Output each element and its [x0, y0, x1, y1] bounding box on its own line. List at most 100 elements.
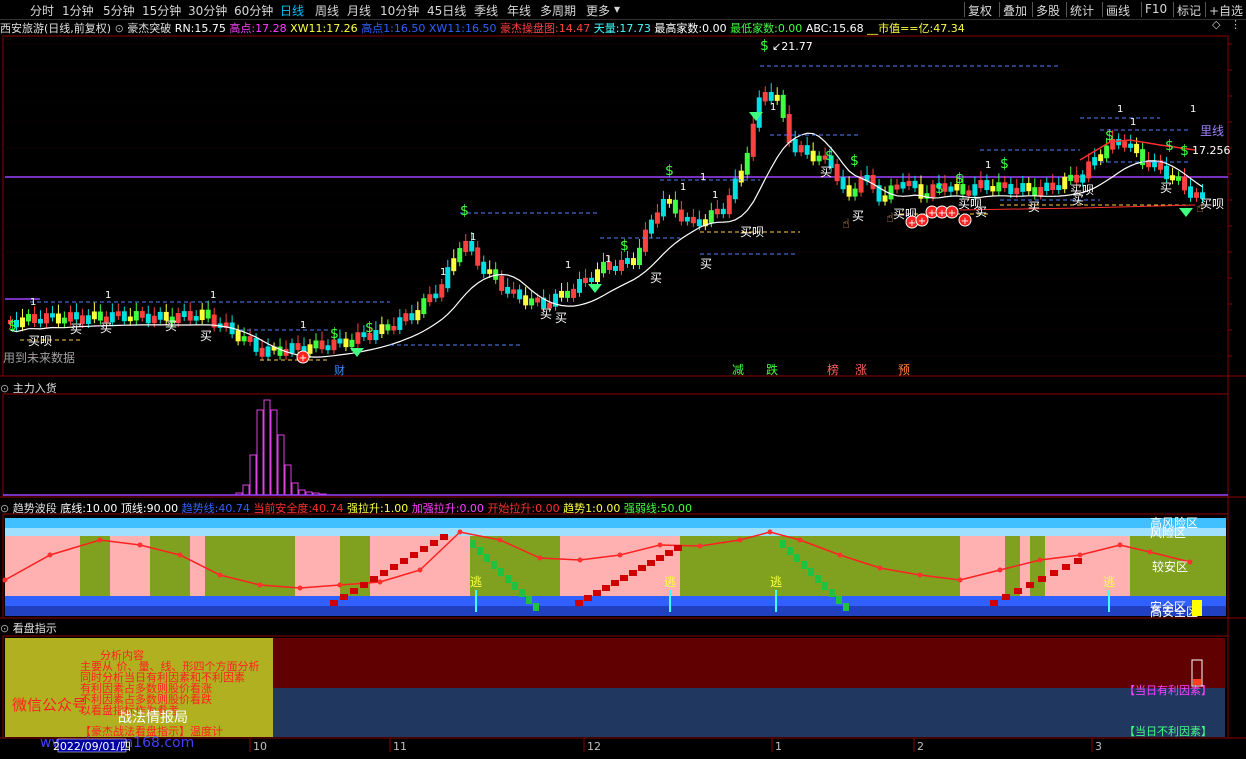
candle-body	[325, 345, 331, 351]
fall-block	[843, 603, 849, 611]
candle-body	[714, 208, 720, 215]
plus-glyph: +	[961, 216, 969, 227]
negative-zone	[273, 688, 1225, 737]
settings-icon[interactable]: ⊙	[0, 502, 13, 515]
rise-block	[420, 546, 428, 552]
trend-dot	[837, 552, 843, 558]
candle-body	[145, 313, 151, 324]
one-marker: 1	[470, 232, 476, 243]
main-force-bar	[242, 484, 250, 496]
one-marker: 1	[30, 297, 36, 308]
settings-icon[interactable]: ⊙	[0, 622, 13, 635]
dollar-marker: $	[1000, 156, 1009, 172]
main-force-bar	[256, 409, 264, 496]
high-safe-band	[5, 606, 1226, 616]
candle-body	[1032, 187, 1038, 196]
candle-body	[85, 315, 91, 324]
rise-block	[330, 600, 338, 606]
trend-dot	[217, 572, 223, 578]
indicator-name[interactable]: 豪杰突破	[127, 22, 175, 35]
buy-label: 买	[540, 307, 552, 321]
trend-dot	[137, 542, 143, 548]
hand-icon: ☝	[842, 217, 850, 232]
buy-label: 买	[200, 329, 212, 343]
trend-value-5: 加强拉升:0.00	[411, 502, 488, 515]
settings-icon[interactable]: ⊙	[0, 382, 13, 395]
candle-body	[1020, 183, 1026, 192]
candle-body	[708, 210, 714, 224]
escape-label: 逃	[1103, 575, 1115, 589]
candle-body	[571, 288, 577, 298]
candle-body	[253, 337, 259, 352]
rise-block	[620, 575, 628, 581]
buy-bei-label: 买呗	[958, 197, 982, 211]
buy-label: 买	[1028, 200, 1040, 214]
one-marker: 1	[770, 102, 776, 113]
candle-body	[660, 198, 666, 217]
one-marker: 1	[210, 290, 216, 301]
settings-icon[interactable]: ⊙	[115, 22, 128, 35]
panel-title: 看盘指示	[12, 622, 57, 635]
fall-block	[836, 596, 842, 604]
candle-body	[409, 313, 415, 321]
candle-body	[379, 324, 385, 335]
candle-body	[193, 316, 199, 321]
trend-dot	[957, 577, 963, 583]
trend-dot	[737, 537, 743, 543]
date-box-label: 2022/09/01/四	[53, 740, 131, 753]
trend-dot	[917, 572, 923, 578]
candle-body	[984, 180, 990, 191]
candle-body	[565, 290, 571, 298]
zone-label-1: 风险区	[1150, 525, 1186, 540]
candle-body	[499, 275, 505, 291]
candle-body	[834, 163, 840, 182]
candle-body	[1044, 182, 1050, 191]
candle-body	[181, 311, 187, 317]
candle-body	[529, 298, 535, 306]
candle-body	[91, 311, 97, 320]
candle-body	[786, 113, 792, 143]
main-force-bar	[249, 454, 257, 496]
plus-glyph: +	[938, 208, 946, 219]
zone-label-3: 高安全区	[1150, 604, 1198, 619]
trend-dot	[337, 582, 343, 588]
wechat-label: 微信公众号	[12, 696, 87, 714]
header-value-0: RN:15.75	[174, 22, 230, 35]
one-marker: 1	[985, 160, 991, 171]
trend-dot	[47, 552, 53, 558]
rise-block	[380, 570, 388, 576]
right-price-label: 17.256	[1192, 144, 1231, 157]
candle-body	[1086, 161, 1092, 179]
candle-body	[343, 338, 349, 348]
dollar-marker: $	[935, 181, 944, 197]
panel-title: 主力入货	[12, 382, 57, 395]
candle-body	[906, 180, 912, 187]
candle-body	[307, 344, 313, 354]
candle-body	[780, 94, 786, 118]
buy-label: 买	[650, 271, 662, 285]
one-marker: 1	[440, 267, 446, 278]
candle-body	[67, 312, 73, 322]
more-icon: ⋮	[1230, 18, 1241, 31]
signal-label-4: 预	[898, 363, 910, 377]
candle-body	[990, 186, 996, 192]
rise-block	[647, 560, 655, 566]
candle-body	[846, 185, 852, 197]
dollar-marker: $	[1180, 143, 1189, 159]
main-force-bar	[284, 464, 292, 496]
trend-dot	[497, 537, 503, 543]
trend-dot	[1187, 559, 1193, 565]
trend-dot	[537, 555, 543, 561]
candle-body	[912, 180, 918, 189]
candle-body	[475, 247, 481, 266]
trend-dot	[377, 579, 383, 585]
trend-value-3: 当前安全度:40.74	[253, 502, 348, 515]
rise-block	[611, 580, 619, 586]
header-value-10: __市值==亿:47.34	[867, 22, 965, 35]
candle-body	[636, 247, 642, 266]
fall-block	[484, 554, 490, 562]
candle-body	[1182, 176, 1188, 191]
fall-block	[829, 589, 835, 597]
candle-body	[1092, 157, 1098, 166]
candle-body	[978, 180, 984, 189]
